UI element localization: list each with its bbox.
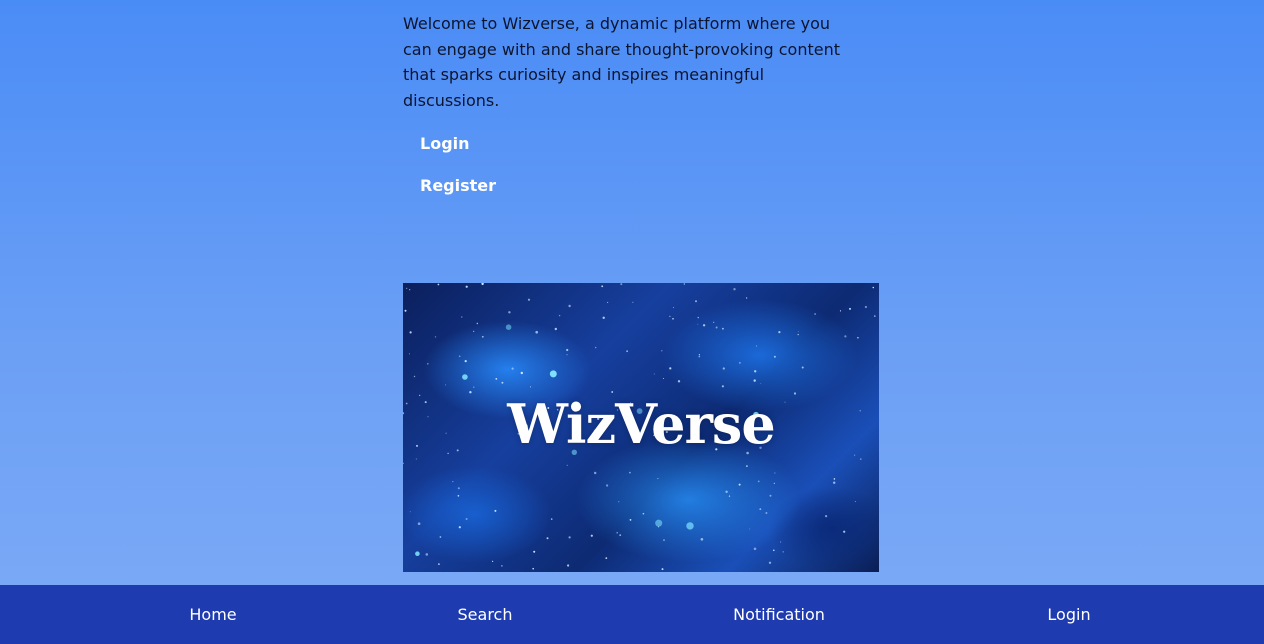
register-link[interactable]: Register <box>420 175 496 197</box>
login-link[interactable]: Login <box>420 133 496 155</box>
nav-notification[interactable]: Notification <box>733 585 825 644</box>
bottom-nav: Home Search Notification Login <box>0 585 1264 644</box>
auth-links: Login Register <box>420 133 496 217</box>
nav-login[interactable]: Login <box>1047 585 1090 644</box>
intro-text: Welcome to Wizverse, a dynamic platform … <box>403 14 840 110</box>
hero-title: WizVerse <box>507 392 775 456</box>
hero-banner-image: WizVerse <box>403 283 879 572</box>
nav-search[interactable]: Search <box>458 585 513 644</box>
nav-home[interactable]: Home <box>189 585 236 644</box>
